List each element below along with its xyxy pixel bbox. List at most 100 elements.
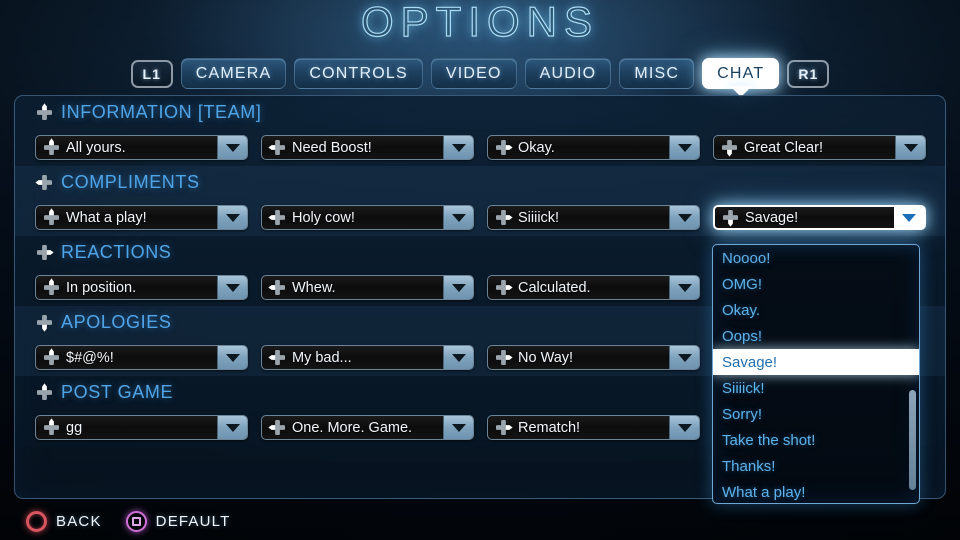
quick-chat-dropdown[interactable]: One. More. Game. [261, 415, 474, 440]
quick-chat-dropdown[interactable]: Okay. [487, 135, 700, 160]
chevron-down-icon[interactable] [669, 206, 699, 229]
tabs-container: CAMERA CONTROLS VIDEO AUDIO MISC CHAT [180, 58, 780, 97]
chevron-down-icon[interactable] [217, 276, 247, 299]
quick-chat-dropdown[interactable]: Need Boost! [261, 135, 474, 160]
quick-chat-dropdown[interactable]: gg [35, 415, 248, 440]
section-title: POST GAME [61, 382, 174, 402]
dropdown-option[interactable]: Savage! [713, 349, 919, 375]
page-title: OPTIONS [360, 0, 600, 46]
dropdown-value: In position. [66, 279, 137, 296]
chevron-down-icon[interactable] [443, 136, 473, 159]
dropdown-value: One. More. Game. [292, 419, 413, 436]
quick-chat-dropdown[interactable]: Whew. [261, 275, 474, 300]
dpad-left-icon [268, 348, 287, 367]
section-information-team: INFORMATION [TEAM] All yours. Need Boost! O… [15, 96, 945, 166]
dpad-up-icon [42, 418, 61, 437]
chevron-down-icon[interactable] [443, 206, 473, 229]
tab-video[interactable]: VIDEO [430, 58, 517, 89]
dpad-down-icon [720, 138, 739, 157]
chevron-down-glyph [677, 213, 692, 222]
quick-chat-dropdown[interactable]: Siiiick! [487, 205, 700, 230]
chevron-down-icon[interactable] [669, 136, 699, 159]
chevron-down-icon[interactable] [669, 276, 699, 299]
dropdown-value: Need Boost! [292, 139, 372, 156]
chevron-down-icon[interactable] [669, 416, 699, 439]
quick-chat-dropdown[interactable]: $#@%! [35, 345, 248, 370]
chevron-down-icon[interactable] [443, 276, 473, 299]
footer-hint[interactable]: BACK [26, 511, 102, 532]
chevron-down-glyph [225, 283, 240, 292]
chevron-down-icon[interactable] [217, 416, 247, 439]
chevron-down-glyph [451, 353, 466, 362]
section-title: INFORMATION [TEAM] [61, 102, 262, 122]
dropdown-value: My bad... [292, 349, 352, 366]
dropdown-value: $#@%! [66, 349, 114, 366]
chevron-down-icon[interactable] [217, 136, 247, 159]
dropdown-option[interactable]: Siiiick! [713, 375, 919, 401]
quick-chat-dropdown[interactable]: Rematch! [487, 415, 700, 440]
dropdown-value: Calculated. [518, 279, 591, 296]
dropdown-option[interactable]: OMG! [713, 271, 919, 297]
chevron-down-glyph [451, 423, 466, 432]
footer-hint[interactable]: DEFAULT [125, 511, 231, 532]
quick-chat-dropdown[interactable]: Calculated. [487, 275, 700, 300]
chevron-down-glyph [225, 353, 240, 362]
dropdown-value: All yours. [66, 139, 126, 156]
right-bumper-hint: R1 [787, 59, 830, 88]
chevron-down-glyph [902, 213, 916, 222]
dropdown-option[interactable]: What a play! [713, 479, 919, 503]
section-title: APOLOGIES [61, 312, 172, 332]
dropdown-option[interactable]: Noooo! [713, 245, 919, 271]
tab-misc[interactable]: MISC [619, 58, 695, 89]
dropdown-option[interactable]: Okay. [713, 297, 919, 323]
footer-hints: BACK DEFAULT [26, 511, 230, 532]
dpad-up-icon [42, 208, 61, 227]
tab-label: CHAT [717, 64, 765, 82]
quick-chat-dropdown[interactable]: All yours. [35, 135, 248, 160]
open-dropdown-list[interactable]: Noooo! OMG! Okay. Oops! Savage! Siiiick! Sorry… [712, 244, 920, 504]
chevron-down-glyph [677, 283, 692, 292]
dpad-right-icon [35, 243, 54, 262]
chevron-down-icon[interactable] [443, 416, 473, 439]
dropdown-value: Rematch! [518, 419, 581, 436]
chevron-down-icon[interactable] [443, 346, 473, 369]
quick-chat-dropdown[interactable]: In position. [35, 275, 248, 300]
section-title: REACTIONS [61, 242, 172, 262]
tab-chat[interactable]: CHAT [702, 58, 780, 97]
chevron-down-glyph [451, 143, 466, 152]
dropdown-option[interactable]: Oops! [713, 323, 919, 349]
quick-chat-dropdown[interactable]: Holy cow! [261, 205, 474, 230]
chevron-down-icon[interactable] [894, 206, 924, 229]
dpad-left-icon [268, 138, 287, 157]
dropdown-value: Savage! [745, 209, 799, 226]
tab-controls[interactable]: CONTROLS [294, 58, 423, 89]
chevron-down-glyph [903, 143, 918, 152]
chevron-down-icon[interactable] [217, 346, 247, 369]
quick-chat-dropdown[interactable]: What a play! [35, 205, 248, 230]
options-screen: OPTIONS L1 CAMERA CONTROLS VIDEO AUDIO MISC C… [0, 0, 960, 540]
chevron-down-glyph [225, 213, 240, 222]
dropdown-value: Holy cow! [292, 209, 355, 226]
quick-chat-dropdown[interactable]: My bad... [261, 345, 474, 370]
quick-chat-dropdown[interactable]: Savage! [713, 205, 926, 230]
dpad-down-icon [721, 208, 740, 227]
chevron-down-icon[interactable] [669, 346, 699, 369]
ps-circle-icon [26, 511, 47, 532]
dropdown-option[interactable]: Thanks! [713, 453, 919, 479]
dpad-left-icon [35, 173, 54, 192]
quick-chat-row: All yours. Need Boost! Okay. Great Clear! [15, 129, 945, 166]
dropdown-scrollbar-thumb[interactable] [909, 390, 916, 490]
quick-chat-dropdown[interactable]: No Way! [487, 345, 700, 370]
tab-camera[interactable]: CAMERA [180, 58, 287, 89]
tab-label: AUDIO [539, 64, 597, 82]
dropdown-value: gg [66, 419, 83, 436]
dropdown-option[interactable]: Sorry! [713, 401, 919, 427]
chevron-down-icon[interactable] [895, 136, 925, 159]
chevron-down-glyph [225, 423, 240, 432]
chevron-down-icon[interactable] [217, 206, 247, 229]
left-bumper-hint: L1 [130, 59, 173, 88]
tab-audio[interactable]: AUDIO [524, 58, 612, 89]
chevron-down-glyph [677, 353, 692, 362]
quick-chat-dropdown[interactable]: Great Clear! [713, 135, 926, 160]
dropdown-option[interactable]: Take the shot! [713, 427, 919, 453]
